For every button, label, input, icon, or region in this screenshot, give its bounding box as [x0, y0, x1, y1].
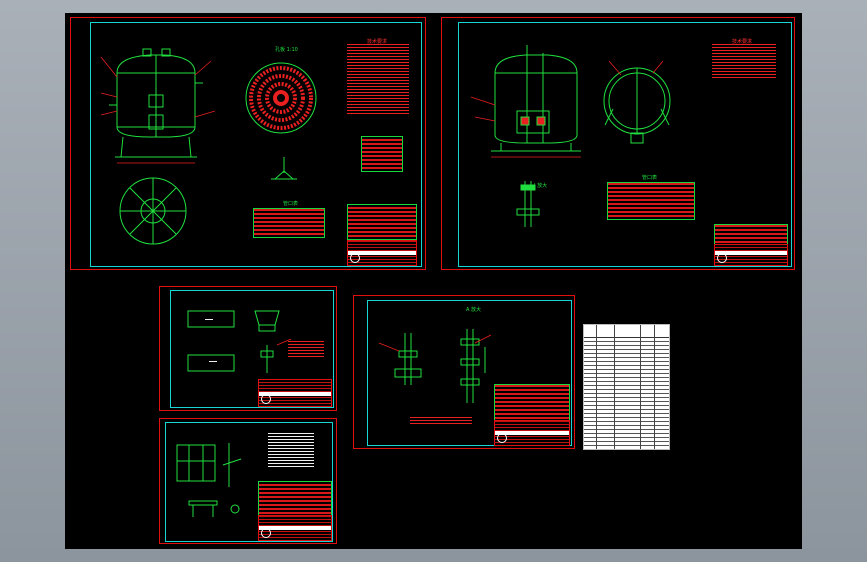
- sheet-1-tank-top-view: [119, 177, 187, 245]
- sheet-1-tank-elevation: [109, 48, 203, 158]
- sheet-3-white-labels: [205, 319, 217, 362]
- sheet-1-nozzle-detail: [271, 157, 297, 180]
- sheet-1-perforated-plate: [245, 62, 317, 134]
- drawing-canvas[interactable]: 技术要求 管口表 孔板 1:10 技术要求 管口表 I 放大 A 放大: [65, 13, 802, 549]
- sheet-4-pipe-assembly: [394, 329, 486, 403]
- drawing-geometry: [100, 45, 671, 517]
- sheet-5-frame-detail: [176, 443, 242, 517]
- sheet-2-tank-plan-view: [603, 67, 671, 144]
- sheet-3-bracket-details: [187, 310, 280, 373]
- sheet-2-pipe-detail: [516, 181, 540, 227]
- sheet-2-tank-elevation: [491, 45, 581, 152]
